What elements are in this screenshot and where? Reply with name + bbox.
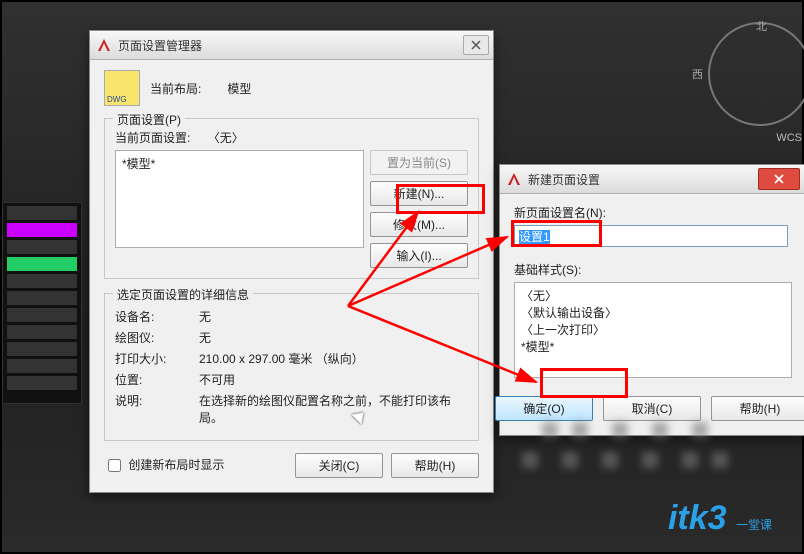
dialog2-close-button[interactable]	[758, 168, 800, 190]
set-current-button: 置为当前(S)	[370, 150, 468, 175]
close-icon	[471, 40, 481, 50]
dialog1-close-button[interactable]	[463, 35, 489, 55]
size-value: 210.00 x 297.00 毫米 （纵向）	[199, 350, 468, 367]
current-page-setup-label: 当前页面设置:	[115, 131, 190, 145]
page-setup-manager-dialog: 页面设置管理器 当前布局: 模型 页面设置(P) 当前页面设置: 〈无〉 *模型…	[89, 30, 494, 493]
dialog2-titlebar[interactable]: 新建页面设置	[500, 165, 804, 194]
pos-label: 位置:	[115, 371, 199, 388]
plotter-value: 无	[199, 329, 468, 346]
watermark-logo: itk3 一堂课	[668, 499, 772, 538]
modify-button[interactable]: 修改(M)...	[370, 212, 468, 237]
show-on-new-layout-checkbox[interactable]: 创建新布局时显示	[104, 456, 295, 475]
list-item[interactable]: 〈无〉	[521, 287, 785, 304]
page-setup-group-label: 页面设置(P)	[113, 111, 185, 128]
checkbox-input[interactable]	[108, 459, 121, 472]
list-item[interactable]: *模型*	[521, 338, 785, 355]
current-page-setup-value: 〈无〉	[208, 131, 244, 145]
device-value: 无	[199, 308, 468, 325]
page-setup-list[interactable]: *模型*	[115, 150, 364, 248]
list-item[interactable]: 〈上一次打印〉	[521, 321, 785, 338]
device-label: 设备名:	[115, 308, 199, 325]
new-page-setup-dialog: 新建页面设置 新页面设置名(N): 设置1 基础样式(S): 〈无〉 〈默认输出…	[499, 164, 804, 436]
compass-north: 北	[756, 18, 767, 34]
blurred-decoration	[522, 412, 742, 482]
size-label: 打印大小:	[115, 350, 199, 367]
plotter-label: 绘图仪:	[115, 329, 199, 346]
close-icon	[774, 174, 784, 184]
dialog2-title: 新建页面设置	[528, 171, 758, 188]
help-button[interactable]: 帮助(H)	[391, 453, 479, 478]
details-group-label: 选定页面设置的详细信息	[113, 286, 253, 303]
base-style-label: 基础样式(S):	[514, 261, 790, 278]
wcs-label: WCS	[776, 132, 802, 144]
autocad-icon	[96, 37, 112, 53]
app-background: 北 西 WCS 页面设置管理器 当前布局: 模型 页面设置(P)	[0, 0, 804, 554]
new-button[interactable]: 新建(N)...	[370, 181, 468, 206]
dialog1-titlebar[interactable]: 页面设置管理器	[90, 31, 493, 60]
dialog1-title: 页面设置管理器	[118, 37, 463, 54]
note-value: 在选择新的绘图仪配置名称之前，不能打印该布局。	[199, 392, 468, 426]
compass-west: 西	[692, 66, 703, 82]
checkbox-label: 创建新布局时显示	[128, 458, 224, 472]
list-item[interactable]: *模型*	[122, 155, 357, 172]
autocad-icon	[506, 171, 522, 187]
pos-value: 不可用	[199, 371, 468, 388]
new-name-value: 设置1	[519, 230, 550, 244]
new-name-input[interactable]: 设置1	[514, 225, 788, 247]
logo-text: itk3	[668, 499, 727, 537]
current-layout-label: 当前布局:	[150, 80, 201, 97]
dwg-icon	[104, 70, 140, 106]
logo-subtext: 一堂课	[736, 518, 772, 532]
view-cube[interactable]: 北 西	[708, 22, 804, 126]
new-name-label: 新页面设置名(N):	[514, 204, 790, 221]
base-style-list[interactable]: 〈无〉 〈默认输出设备〉 〈上一次打印〉 *模型*	[514, 282, 792, 378]
left-tool-panel	[2, 202, 82, 404]
list-item[interactable]: 〈默认输出设备〉	[521, 304, 785, 321]
note-label: 说明:	[115, 392, 199, 426]
close-button[interactable]: 关闭(C)	[295, 453, 383, 478]
current-layout-value: 模型	[227, 80, 251, 97]
import-button[interactable]: 输入(I)...	[370, 243, 468, 268]
